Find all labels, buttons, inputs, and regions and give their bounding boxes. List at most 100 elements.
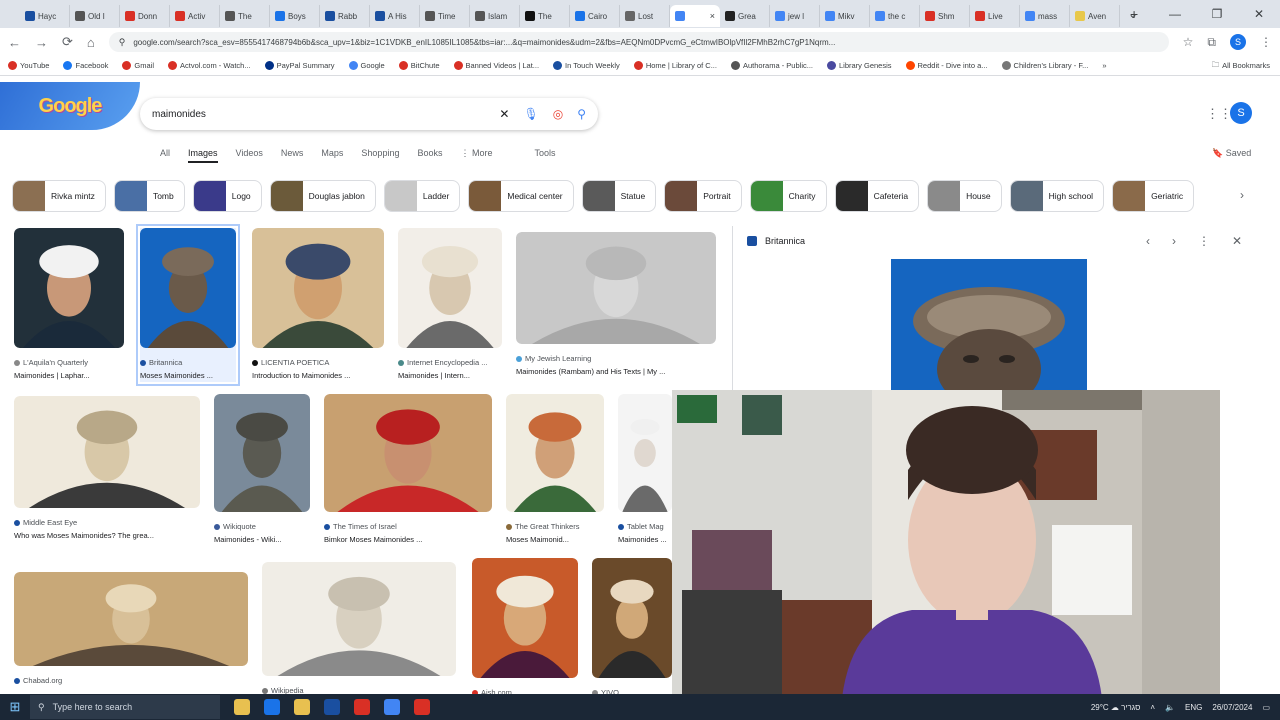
folder-icon[interactable]: [294, 699, 310, 715]
browser-tab[interactable]: Boys: [270, 5, 320, 27]
tab-search-icon[interactable]: ⌄: [1112, 0, 1154, 28]
tab-news[interactable]: News: [281, 148, 304, 163]
notification-icon[interactable]: ▭: [1262, 703, 1270, 712]
chip-statue[interactable]: Statue: [581, 180, 657, 212]
image-result[interactable]: The Times of Israel Bimkor Moses Maimonid…: [324, 394, 492, 546]
browser-tab[interactable]: A His: [370, 5, 420, 27]
previous-icon[interactable]: ‹: [1146, 234, 1150, 248]
bookmark-item[interactable]: In Touch Weekly: [553, 61, 620, 70]
image-result[interactable]: Aish.com: [472, 558, 578, 699]
bookmark-item[interactable]: PayPal Summary: [264, 61, 335, 70]
result-title[interactable]: Maimonides ...: [618, 533, 672, 546]
more-bookmarks-icon[interactable]: »: [1102, 61, 1106, 70]
panel-source[interactable]: Britannica: [765, 236, 805, 246]
weather-widget[interactable]: 29°C ☁ סגריר: [1091, 703, 1141, 712]
result-title[interactable]: Introduction to Maimonides ...: [252, 369, 384, 382]
language-indicator[interactable]: ENG: [1185, 703, 1202, 712]
chip-rivka-mintz[interactable]: Rivka mintz: [12, 180, 106, 212]
result-title[interactable]: Maimonides | Intern...: [398, 369, 502, 382]
restore-icon[interactable]: ❐: [1196, 0, 1238, 28]
browser-tab[interactable]: Cairo: [570, 5, 620, 27]
file-explorer-icon[interactable]: [234, 699, 250, 715]
close-window-icon[interactable]: ✕: [1238, 0, 1280, 28]
bookmark-item[interactable]: Gmail: [122, 61, 154, 70]
reload-icon[interactable]: ⟳: [62, 34, 73, 50]
browser-tab[interactable]: ×: [670, 5, 720, 27]
mail-icon[interactable]: [324, 699, 340, 715]
chip-portrait[interactable]: Portrait: [664, 180, 742, 212]
chip-house[interactable]: House: [927, 180, 1002, 212]
tab-all[interactable]: All: [160, 148, 170, 163]
search-icon[interactable]: ⚲: [577, 107, 586, 121]
browser-tab[interactable]: The: [520, 5, 570, 27]
browser-tab[interactable]: Shm: [920, 5, 970, 27]
chip-medical-center[interactable]: Medical center: [468, 180, 574, 212]
all-bookmarks-button[interactable]: 🗀 All Bookmarks: [1212, 59, 1270, 72]
tray-up-icon[interactable]: ˄: [1150, 703, 1155, 712]
bookmark-item[interactable]: Facebook: [63, 61, 108, 70]
home-icon[interactable]: ⌂: [87, 35, 95, 50]
browser-tab[interactable]: Mikv: [820, 5, 870, 27]
browser-tab[interactable]: Activ: [170, 5, 220, 27]
taskbar-search[interactable]: ⚲ Type here to search: [30, 695, 220, 719]
result-title[interactable]: Moses Maimonid...: [506, 533, 604, 546]
preview-image[interactable]: [891, 259, 1087, 394]
extensions-icon[interactable]: ⧉: [1207, 35, 1216, 50]
image-result[interactable]: Middle East Eye Who was Moses Maimonides?…: [14, 396, 200, 542]
tab-books[interactable]: Books: [417, 148, 442, 163]
clear-icon[interactable]: ✕: [499, 107, 509, 121]
minimize-icon[interactable]: —: [1154, 0, 1196, 28]
image-result[interactable]: Wikipedia: [262, 562, 456, 697]
tab-images[interactable]: Images: [188, 148, 218, 163]
browser-tab[interactable]: Donn: [120, 5, 170, 27]
chip-logo[interactable]: Logo: [192, 180, 262, 212]
chevron-right-icon[interactable]: ›: [1240, 188, 1244, 202]
browser-tab[interactable]: the c: [870, 5, 920, 27]
browser-tab[interactable]: Rabb: [320, 5, 370, 27]
bookmark-item[interactable]: BitChute: [398, 61, 440, 70]
browser-tab[interactable]: Old I: [70, 5, 120, 27]
app-icon[interactable]: [414, 699, 430, 715]
browser-tab[interactable]: mass: [1020, 5, 1070, 27]
media-icon[interactable]: [354, 699, 370, 715]
tab-videos[interactable]: Videos: [236, 148, 263, 163]
edge-icon[interactable]: [264, 699, 280, 715]
volume-icon[interactable]: 🔈: [1165, 703, 1175, 712]
result-title[interactable]: Moses Maimonides ...: [140, 369, 236, 382]
more-options-icon[interactable]: ⋮: [1198, 234, 1210, 248]
bookmark-item[interactable]: Google: [348, 61, 385, 70]
bookmark-item[interactable]: Library Genesis: [826, 61, 892, 70]
browser-tab[interactable]: Lost: [620, 5, 670, 27]
browser-profile-avatar[interactable]: S: [1230, 34, 1246, 50]
browser-tab[interactable]: jew l: [770, 5, 820, 27]
chip-geriatric[interactable]: Geriatric: [1112, 180, 1195, 212]
browser-tab[interactable]: Time: [420, 5, 470, 27]
bookmark-item[interactable]: Reddit - Dive into a...: [905, 61, 988, 70]
chip-cafeteria[interactable]: Cafeteria: [834, 180, 920, 212]
bookmark-item[interactable]: Banned Videos | Lat...: [453, 61, 539, 70]
close-icon[interactable]: ✕: [1232, 234, 1242, 248]
saved-link[interactable]: 🔖 Saved: [1212, 148, 1251, 159]
browser-menu-icon[interactable]: ⋮: [1260, 35, 1272, 49]
result-title[interactable]: Who was Moses Maimonides? The grea...: [14, 529, 200, 542]
tab-close-icon[interactable]: ×: [710, 11, 715, 21]
image-result[interactable]: Wikiquote Maimonides - Wiki...: [214, 394, 310, 546]
bookmark-star-icon[interactable]: ☆: [1183, 35, 1194, 49]
bookmark-item[interactable]: Home | Library of C...: [633, 61, 717, 70]
browser-tab[interactable]: The: [220, 5, 270, 27]
bookmark-item[interactable]: Actvol.com - Watch...: [168, 61, 251, 70]
tab-maps[interactable]: Maps: [321, 148, 343, 163]
image-result[interactable]: YIVO: [592, 558, 672, 699]
image-result[interactable]: My Jewish Learning Maimonides (Rambam) an…: [516, 232, 716, 378]
chip-douglas-jablon[interactable]: Douglas jablon: [269, 180, 376, 212]
image-result[interactable]: Tablet Mag Maimonides ...: [618, 394, 672, 546]
chrome-icon[interactable]: [384, 699, 400, 715]
chip-charity[interactable]: Charity: [749, 180, 827, 212]
bookmark-item[interactable]: Authorama - Public...: [730, 61, 813, 70]
chip-ladder[interactable]: Ladder: [383, 180, 461, 212]
browser-tab[interactable]: Grea: [720, 5, 770, 27]
tab-more[interactable]: ⋮ More: [460, 148, 492, 163]
chip-high-school[interactable]: High school: [1009, 180, 1105, 212]
chip-tomb[interactable]: Tomb: [113, 180, 185, 212]
back-icon[interactable]: ←: [8, 35, 21, 50]
